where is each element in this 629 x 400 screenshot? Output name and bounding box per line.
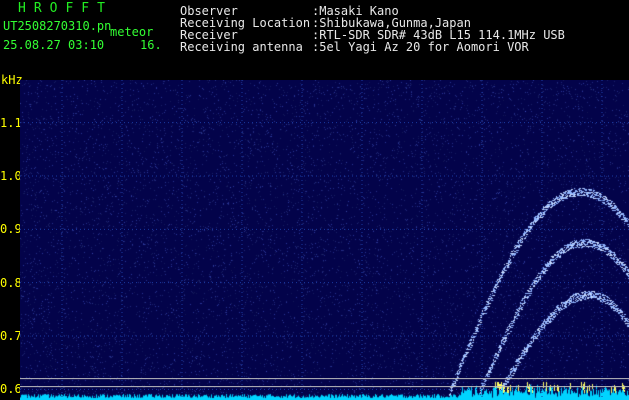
filename-label: UT2508270310.pn [3, 19, 112, 33]
spectrogram-grid [20, 80, 629, 400]
datetime-label: 25.08.27 03:10 [3, 38, 105, 52]
antenna-value: :5el Yagi Az 20 for Aomori VOR [312, 40, 529, 54]
y-tick-label: 0.7 [0, 329, 22, 343]
antenna-label: Receiving antenna [180, 40, 303, 54]
app-title: HROFFT [18, 1, 113, 16]
y-tick-label: 1.1 [0, 115, 22, 130]
spectrogram-plot [20, 80, 629, 400]
y-tick-label: 0.6 [0, 382, 22, 397]
threshold-label: 16. [140, 38, 162, 52]
y-tick-label: 1.0 [0, 169, 22, 183]
y-tick-label: 0.9 [0, 222, 22, 237]
y-tick-label: 0.8 [0, 275, 22, 290]
